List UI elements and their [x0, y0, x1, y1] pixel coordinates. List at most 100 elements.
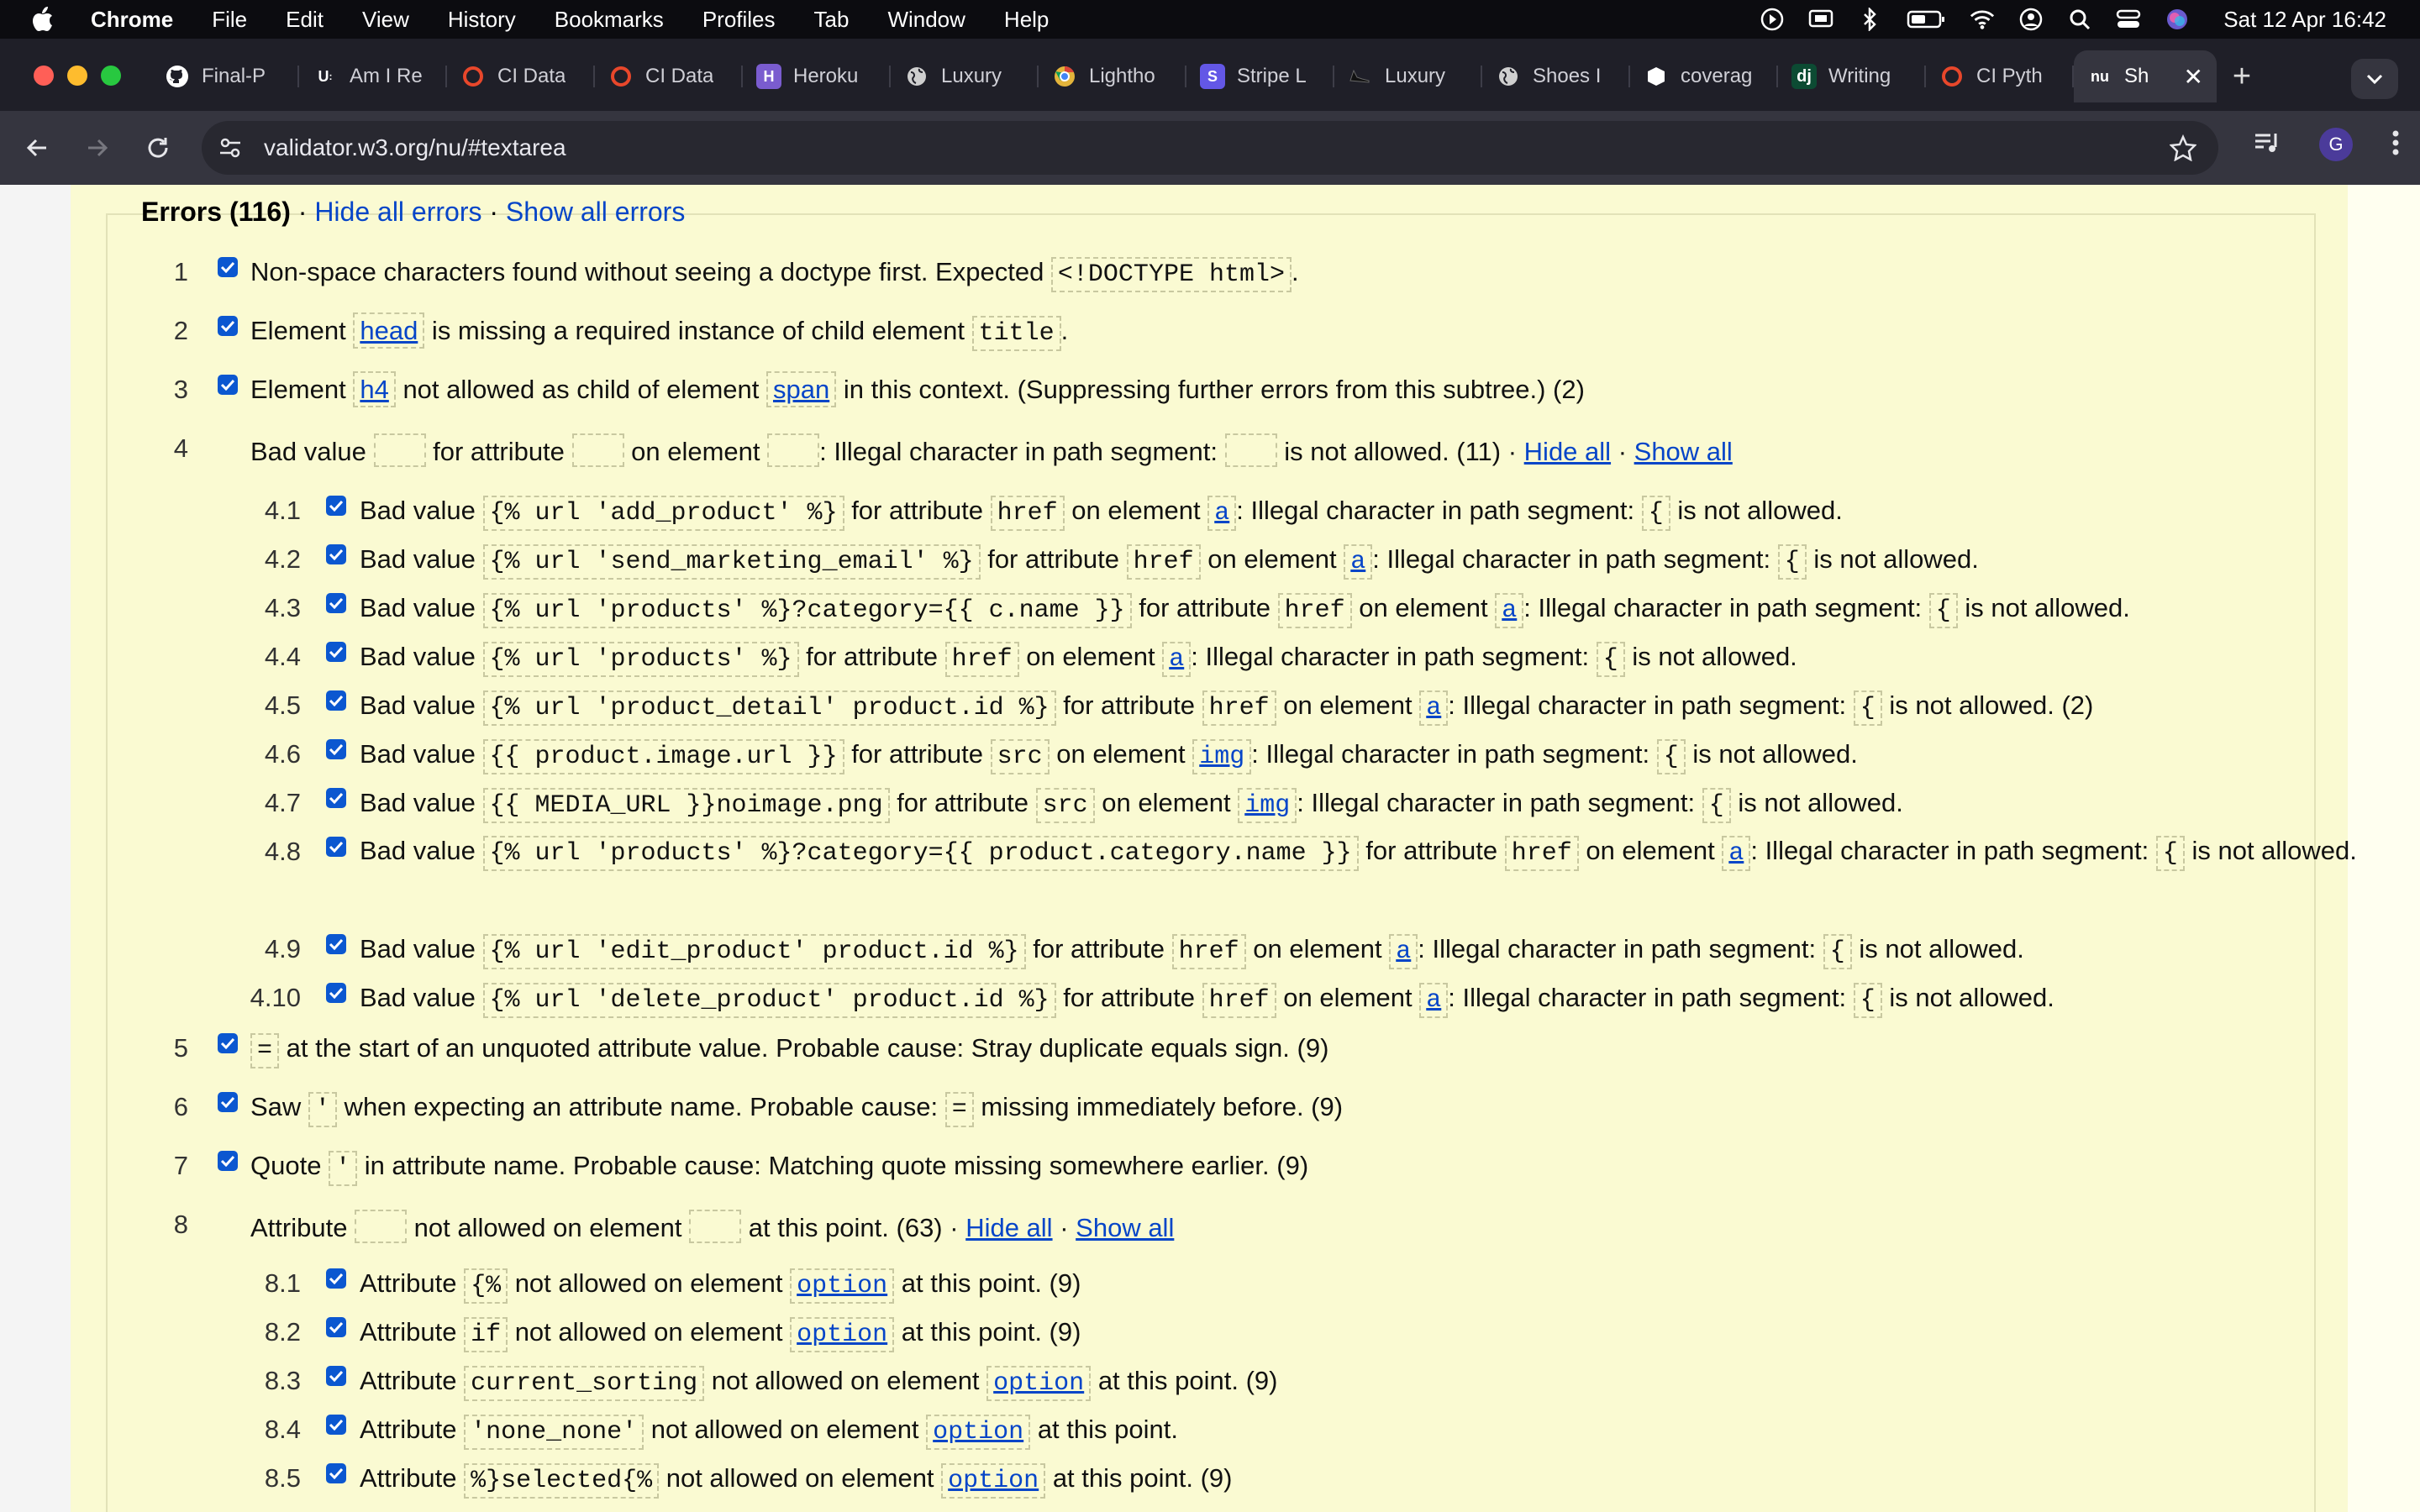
- menu-profiles[interactable]: Profiles: [702, 7, 776, 33]
- group-hide-all-link[interactable]: Hide all: [965, 1213, 1052, 1242]
- sub-error-checkbox[interactable]: [326, 1463, 346, 1483]
- control-center-icon[interactable]: [2116, 7, 2141, 32]
- error-checkbox[interactable]: [218, 1092, 238, 1112]
- ci-icon: [460, 64, 486, 89]
- element-link[interactable]: a: [1495, 593, 1524, 628]
- tab-stripe[interactable]: S Stripe L: [1186, 50, 1334, 102]
- sub-error-checkbox[interactable]: [326, 983, 346, 1003]
- tab-final-p[interactable]: Final-P: [151, 50, 299, 102]
- tab-am-i-re[interactable]: U: Am I Re: [299, 50, 447, 102]
- element-link[interactable]: a: [1722, 836, 1751, 871]
- close-window-button[interactable]: [34, 66, 54, 86]
- group-show-all-link[interactable]: Show all: [1634, 437, 1733, 466]
- check-icon: [329, 841, 344, 853]
- sub-error-checkbox[interactable]: [326, 544, 346, 564]
- bluetooth-icon[interactable]: [1857, 7, 1882, 32]
- error-checkbox[interactable]: [218, 257, 238, 277]
- media-controls-icon[interactable]: [2254, 130, 2281, 160]
- reload-button[interactable]: [138, 128, 178, 168]
- user-icon[interactable]: [2018, 7, 2044, 32]
- element-link[interactable]: img: [1238, 788, 1297, 823]
- tab-heroku[interactable]: H Heroku: [743, 50, 891, 102]
- sub-error-checkbox[interactable]: [326, 642, 346, 662]
- error-checkbox[interactable]: [218, 1033, 238, 1053]
- tab-search-button[interactable]: [2351, 59, 2398, 99]
- wifi-icon[interactable]: [1970, 7, 1995, 32]
- address-bar[interactable]: validator.w3.org/nu/#textarea: [202, 121, 2218, 175]
- sub-error-checkbox[interactable]: [326, 837, 346, 857]
- element-link-span[interactable]: span: [765, 371, 837, 407]
- element-link[interactable]: a: [1344, 544, 1373, 580]
- error-checkbox[interactable]: [218, 1151, 238, 1171]
- close-tab-icon[interactable]: ✕: [2184, 63, 2203, 91]
- sub-error-checkbox[interactable]: [326, 593, 346, 613]
- element-link-head[interactable]: head: [353, 312, 425, 349]
- minimize-window-button[interactable]: [67, 66, 87, 86]
- bookmark-star-icon[interactable]: [2170, 134, 2196, 161]
- profile-avatar[interactable]: G: [2319, 128, 2353, 161]
- siri-icon[interactable]: [2165, 7, 2190, 32]
- menu-view[interactable]: View: [362, 7, 409, 33]
- sub-error-checkbox[interactable]: [326, 1415, 346, 1435]
- site-info-icon[interactable]: [217, 134, 244, 161]
- element-link[interactable]: option: [790, 1317, 895, 1352]
- menu-app-chrome[interactable]: Chrome: [91, 7, 173, 33]
- menu-edit[interactable]: Edit: [286, 7, 324, 33]
- menu-tab[interactable]: Tab: [814, 7, 850, 33]
- menu-bar-clock[interactable]: Sat 12 Apr 16:42: [2223, 7, 2386, 33]
- sub-error-checkbox[interactable]: [326, 1317, 346, 1337]
- group-show-all-link[interactable]: Show all: [1076, 1213, 1174, 1242]
- apple-icon[interactable]: [32, 7, 54, 32]
- error-checkbox[interactable]: [218, 316, 238, 336]
- tab-label: Luxury: [941, 65, 1002, 87]
- show-all-errors-link[interactable]: Show all errors: [506, 197, 685, 227]
- sub-error-checkbox[interactable]: [326, 1366, 346, 1386]
- tab-ci-data-2[interactable]: CI Data: [595, 50, 743, 102]
- more-menu-icon[interactable]: [2391, 129, 2400, 160]
- back-button[interactable]: [17, 128, 57, 168]
- menu-file[interactable]: File: [212, 7, 247, 33]
- spotlight-search-icon[interactable]: [2067, 7, 2092, 32]
- sub-error-checkbox[interactable]: [326, 496, 346, 516]
- tab-luxury-1[interactable]: Luxury: [891, 50, 1039, 102]
- element-link[interactable]: a: [1389, 934, 1418, 969]
- element-link[interactable]: a: [1419, 983, 1449, 1018]
- tab-ci-python[interactable]: CI Pyth: [1926, 50, 2074, 102]
- new-tab-button[interactable]: +: [2217, 50, 2267, 102]
- play-icon[interactable]: [1760, 7, 1785, 32]
- check-icon: [220, 320, 235, 332]
- sub-error-checkbox[interactable]: [326, 739, 346, 759]
- hide-all-errors-link[interactable]: Hide all errors: [314, 197, 481, 227]
- sub-error-checkbox[interactable]: [326, 934, 346, 954]
- element-link[interactable]: img: [1192, 739, 1252, 774]
- sub-error-checkbox[interactable]: [326, 788, 346, 808]
- screen-mirroring-icon[interactable]: [1808, 7, 1833, 32]
- sub-error-checkbox[interactable]: [326, 690, 346, 711]
- tab-luxury-2[interactable]: Luxury: [1334, 50, 1482, 102]
- tab-shoes[interactable]: Shoes I: [1482, 50, 1630, 102]
- zoom-window-button[interactable]: [101, 66, 121, 86]
- group-hide-all-link[interactable]: Hide all: [1524, 437, 1611, 466]
- battery-icon[interactable]: [1906, 7, 1946, 32]
- element-link[interactable]: option: [926, 1415, 1031, 1450]
- element-link[interactable]: a: [1419, 690, 1449, 726]
- tab-ci-data-1[interactable]: CI Data: [447, 50, 595, 102]
- tab-writing[interactable]: dj Writing: [1778, 50, 1926, 102]
- tab-active-validator[interactable]: nu Sh ✕: [2074, 50, 2217, 102]
- menu-window[interactable]: Window: [887, 7, 965, 33]
- element-link[interactable]: option: [790, 1268, 895, 1304]
- tab-coverage[interactable]: coverag: [1630, 50, 1778, 102]
- element-link[interactable]: option: [986, 1366, 1092, 1401]
- url-text[interactable]: validator.w3.org/nu/#textarea: [264, 121, 566, 175]
- element-link[interactable]: option: [941, 1463, 1046, 1499]
- element-link[interactable]: a: [1207, 496, 1237, 531]
- tab-lighthouse[interactable]: Lightho: [1039, 50, 1186, 102]
- menu-help[interactable]: Help: [1004, 7, 1049, 33]
- sub-error-checkbox[interactable]: [326, 1268, 346, 1289]
- element-link-h4[interactable]: h4: [353, 371, 396, 407]
- menu-history[interactable]: History: [448, 7, 516, 33]
- element-link[interactable]: a: [1162, 642, 1192, 677]
- menu-bookmarks[interactable]: Bookmarks: [555, 7, 664, 33]
- forward-button[interactable]: [77, 128, 118, 168]
- error-checkbox[interactable]: [218, 375, 238, 395]
